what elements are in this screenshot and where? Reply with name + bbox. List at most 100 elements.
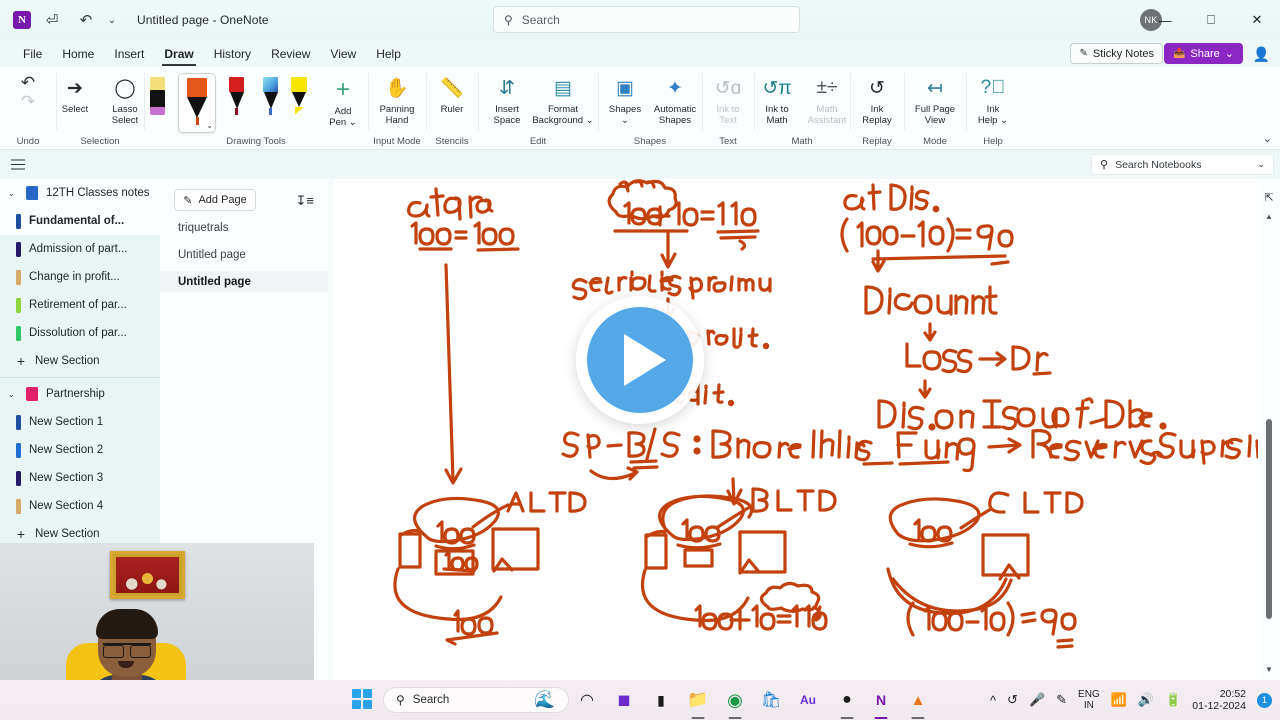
ink-to-text-icon: ↺ɑ xyxy=(714,77,742,99)
chevron-down-icon[interactable]: ⌄ xyxy=(1257,159,1265,170)
tab-insert[interactable]: Insert xyxy=(105,43,153,65)
full-page-view-button[interactable]: ↤ Full Page View xyxy=(907,71,963,127)
clock[interactable]: 20:52 01-12-2024 xyxy=(1192,688,1246,712)
insert-space-button[interactable]: ⇵ Insert Space xyxy=(482,71,532,127)
wifi-icon[interactable]: 📶 xyxy=(1111,692,1127,708)
pen-orange-selected[interactable]: ⌄ xyxy=(178,73,216,133)
shapes-button[interactable]: ▣ Shapes ⌄ xyxy=(600,71,650,127)
sort-icon[interactable]: ↧≡ xyxy=(296,193,314,209)
section-label: New Section 3 xyxy=(29,472,104,484)
tab-home[interactable]: Home xyxy=(53,43,103,65)
folder-icon[interactable]: 📁 xyxy=(683,685,713,719)
format-background-button[interactable]: ▤ Format Background ⌄ xyxy=(532,71,594,127)
battery-charging-icon[interactable]: 🔋 xyxy=(1165,692,1181,708)
tab-review[interactable]: Review xyxy=(262,43,319,65)
search-box[interactable]: ⚲ Search xyxy=(493,6,800,33)
select-button[interactable]: ➔ Select xyxy=(50,71,100,116)
search-notebooks-input[interactable]: ⚲ Search Notebooks ⌄ xyxy=(1091,154,1274,175)
volume-icon[interactable]: 🔊 xyxy=(1138,692,1154,708)
tab-history[interactable]: History xyxy=(205,43,260,65)
ribbon-group-label-input-mode: Input Mode xyxy=(373,136,421,147)
tray-overflow-icon[interactable]: ^ xyxy=(990,693,996,708)
ribbon-group-label-replay: Replay xyxy=(862,136,892,147)
wedge-icon[interactable]: ▮ xyxy=(646,685,676,715)
microphone-icon[interactable]: 🎤 xyxy=(1029,692,1045,708)
tab-draw[interactable]: Draw xyxy=(155,43,202,66)
undo-icon[interactable]: ↶ xyxy=(73,7,99,33)
collapse-ribbon-icon[interactable]: ⌄ xyxy=(1263,132,1272,145)
video-play-overlay[interactable] xyxy=(576,296,704,424)
ruler-button[interactable]: 📏 Ruler xyxy=(427,71,477,115)
windows-start-icon[interactable] xyxy=(352,689,374,711)
panning-hand-button[interactable]: ✋ Panning Hand xyxy=(372,71,422,126)
share-icon: 📤 xyxy=(1172,48,1186,59)
language-indicator[interactable]: ENG IN xyxy=(1078,689,1100,711)
ink-help-button[interactable]: ?⃝ Ink Help ⌄ xyxy=(968,71,1018,126)
highlighter-yellow[interactable] xyxy=(291,73,307,131)
new-section-button-1[interactable]: + New Section xyxy=(0,347,160,375)
sticky-notes-button[interactable]: ✎ Sticky Notes xyxy=(1070,43,1163,64)
lasso-select-button[interactable]: ◯ Lasso Select xyxy=(100,71,150,127)
tab-view[interactable]: View xyxy=(321,43,365,65)
person-share-icon[interactable]: 👤 xyxy=(1253,46,1270,63)
tab-file[interactable]: File xyxy=(14,43,51,65)
microsoft-store-icon[interactable]: 🛍 xyxy=(756,685,786,715)
pen-rainbow[interactable] xyxy=(257,73,284,131)
scroll-up-arrow[interactable]: ▲ xyxy=(1265,212,1273,221)
page-item-triquetrals[interactable]: triquetrals xyxy=(160,217,328,238)
maximize-button[interactable]: ⎕ xyxy=(1188,0,1234,40)
close-button[interactable]: ✕ xyxy=(1234,0,1280,40)
edge-icon[interactable]: 🌊 xyxy=(530,685,560,715)
pen-yellow-pink[interactable] xyxy=(144,73,171,131)
automatic-shapes-button[interactable]: ✦ Automatic Shapes xyxy=(650,71,700,127)
expand-diagonal-icon[interactable]: ⇱ xyxy=(1264,191,1273,204)
page-item-untitled-1[interactable]: Untitled page xyxy=(160,244,328,265)
ruler-label: Ruler xyxy=(440,104,464,115)
share-button[interactable]: 📤 Share ⌄ xyxy=(1163,43,1243,64)
add-pen-button[interactable]: + Add Pen ⌄ xyxy=(318,73,368,128)
scroll-down-arrow[interactable]: ▼ xyxy=(1265,665,1273,674)
navigation-menu-icon[interactable] xyxy=(7,154,29,176)
media-app-icon[interactable]: ● xyxy=(832,685,862,719)
search-notebooks-placeholder: Search Notebooks xyxy=(1115,158,1202,171)
note-canvas[interactable] xyxy=(328,179,1280,680)
sidebar-item-new-section-1[interactable]: New Section 1 xyxy=(0,408,160,436)
pen-red[interactable] xyxy=(223,73,250,131)
adobe-audition-icon[interactable]: Au xyxy=(793,685,823,715)
tab-help[interactable]: Help xyxy=(367,43,410,65)
file-explorer-corner-icon[interactable]: ◠ xyxy=(572,685,602,715)
ink-to-math-button[interactable]: ↺π Ink to Math xyxy=(752,71,802,127)
sync-icon[interactable]: ↺ xyxy=(1007,692,1018,708)
sidebar-item-retirement-of-par[interactable]: Retirement of par... xyxy=(0,291,160,319)
section-color-tab xyxy=(16,498,21,514)
notification-badge[interactable]: 1 xyxy=(1257,692,1272,708)
pen-icon[interactable]: ✎ xyxy=(1056,692,1067,708)
person-hair xyxy=(96,609,158,639)
chevron-down-icon[interactable]: ⌄ xyxy=(206,121,213,130)
sidebar-item-fundamental-of[interactable]: Fundamental of... xyxy=(0,207,160,235)
onenote-icon[interactable]: N xyxy=(866,685,896,719)
sidebar-item-new-section-2[interactable]: New Section 2 xyxy=(0,436,160,464)
customize-quick-access-icon[interactable]: ⌄ xyxy=(103,7,121,33)
vertical-scrollbar-thumb[interactable] xyxy=(1266,419,1272,619)
zoom-icon[interactable]: ◼ xyxy=(609,685,639,715)
vlc-icon[interactable]: ▲ xyxy=(903,685,933,719)
undo-icon[interactable]: ↶ xyxy=(21,73,35,92)
ink-replay-button[interactable]: ↺ Ink Replay xyxy=(852,71,902,127)
sidebar-item-new-section-3[interactable]: New Section 3 xyxy=(0,464,160,492)
page-item-untitled-2[interactable]: Untitled page xyxy=(160,271,328,292)
notebook-12th-classes-notes[interactable]: ⌄ 12TH Classes notes xyxy=(0,179,160,207)
add-page-button[interactable]: ✎ Add Page xyxy=(174,189,256,211)
chevron-down-icon[interactable]: ⌄ xyxy=(8,390,18,399)
notebook-partnership[interactable]: ⌄ Partnership xyxy=(0,380,160,408)
sidebar-item-dissolution-of-par[interactable]: Dissolution of par... xyxy=(0,319,160,347)
sidebar-item-admission-of-part[interactable]: Admission of part... xyxy=(0,235,160,263)
sidebar-item-new-section-4[interactable]: New Section 4 xyxy=(0,492,160,520)
minimize-button[interactable]: — xyxy=(1142,0,1188,40)
back-arrow-icon[interactable]: ⏎ xyxy=(39,7,65,33)
chevron-down-icon[interactable]: ⌄ xyxy=(8,189,18,198)
sidebar-item-change-in-profit[interactable]: Change in profit... xyxy=(0,263,160,291)
math-assistant-button: ±÷ Math Assistant xyxy=(802,71,852,126)
chrome-icon[interactable]: ◉ xyxy=(720,685,750,719)
play-button[interactable] xyxy=(587,307,693,413)
